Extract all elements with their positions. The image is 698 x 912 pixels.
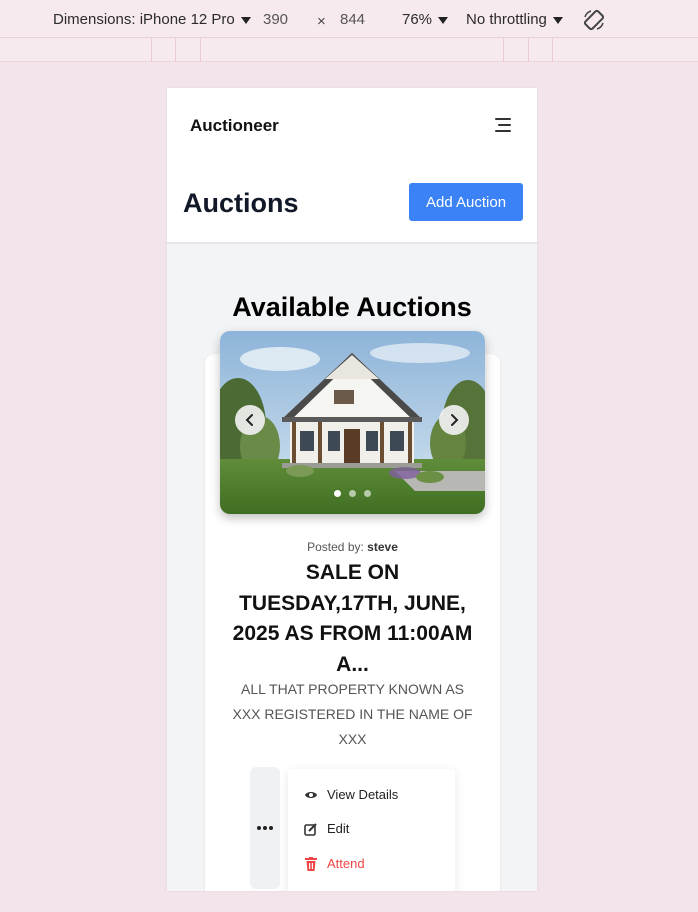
chevron-down-icon (552, 17, 563, 24)
ellipsis-dot (257, 826, 261, 830)
rotate-icon[interactable] (582, 8, 606, 32)
page-header: Auctions Add Auction (167, 160, 537, 244)
posted-by-user: steve (367, 540, 398, 554)
brand-logo[interactable]: Auctioneer (190, 116, 279, 136)
edit-icon (304, 822, 318, 836)
attend-label: Attend (327, 856, 365, 871)
posted-by-label: Posted by: (307, 540, 364, 554)
page-title: Auctions (183, 188, 299, 218)
edit-label: Edit (327, 821, 350, 836)
eye-icon (304, 788, 318, 802)
chevron-right-icon (451, 414, 459, 426)
chevron-left-icon (245, 414, 253, 426)
image-carousel[interactable] (220, 331, 485, 514)
navbar: Auctioneer (167, 88, 537, 160)
device-label: Dimensions: iPhone 12 Pro (53, 11, 235, 28)
width-field[interactable]: 390 (263, 11, 288, 28)
carousel-next-button[interactable] (439, 405, 469, 435)
attend-item[interactable]: Attend (304, 856, 365, 871)
device-rulers (0, 38, 698, 62)
ellipsis-dot (263, 826, 267, 830)
view-details-label: View Details (327, 787, 399, 802)
carousel-dot[interactable] (364, 490, 371, 497)
actions-dropdown: View Details Edit Attend (288, 769, 455, 891)
throttling-label: No throttling (466, 11, 547, 28)
auction-description: ALL THAT PROPERTY KNOWN AS XXX REGISTERE… (232, 681, 473, 747)
edit-item[interactable]: Edit (304, 821, 349, 836)
carousel-prev-button[interactable] (235, 405, 265, 435)
device-selector[interactable]: Dimensions: iPhone 12 Pro (53, 11, 251, 28)
devtools-toolbar: Dimensions: iPhone 12 Pro 390 × 844 76% … (0, 0, 698, 38)
zoom-label: 76% (402, 11, 433, 28)
device-viewport: Auctioneer Auctions Add Auction Availabl… (167, 88, 537, 891)
carousel-dot[interactable] (334, 490, 341, 497)
carousel-indicators (220, 490, 485, 497)
add-auction-button[interactable]: Add Auction (409, 183, 523, 221)
auction-title: SALE ON TUESDAY,17TH, JUNE, 2025 AS FROM… (232, 561, 473, 676)
times-sign: × (317, 13, 326, 30)
more-options-button[interactable] (250, 767, 280, 889)
zoom-selector[interactable]: 76% (402, 11, 449, 28)
section-title: Available Auctions (232, 292, 472, 322)
hamburger-menu-icon[interactable] (491, 115, 513, 135)
carousel-dot[interactable] (349, 490, 356, 497)
posted-by: Posted by: steve (205, 540, 500, 554)
chevron-down-icon (438, 17, 449, 24)
ellipsis-dot (269, 826, 273, 830)
chevron-down-icon (240, 17, 251, 24)
throttling-selector[interactable]: No throttling (466, 11, 563, 28)
trash-icon (304, 856, 318, 871)
view-details-item[interactable]: View Details (304, 787, 398, 802)
height-field[interactable]: 844 (340, 11, 365, 28)
